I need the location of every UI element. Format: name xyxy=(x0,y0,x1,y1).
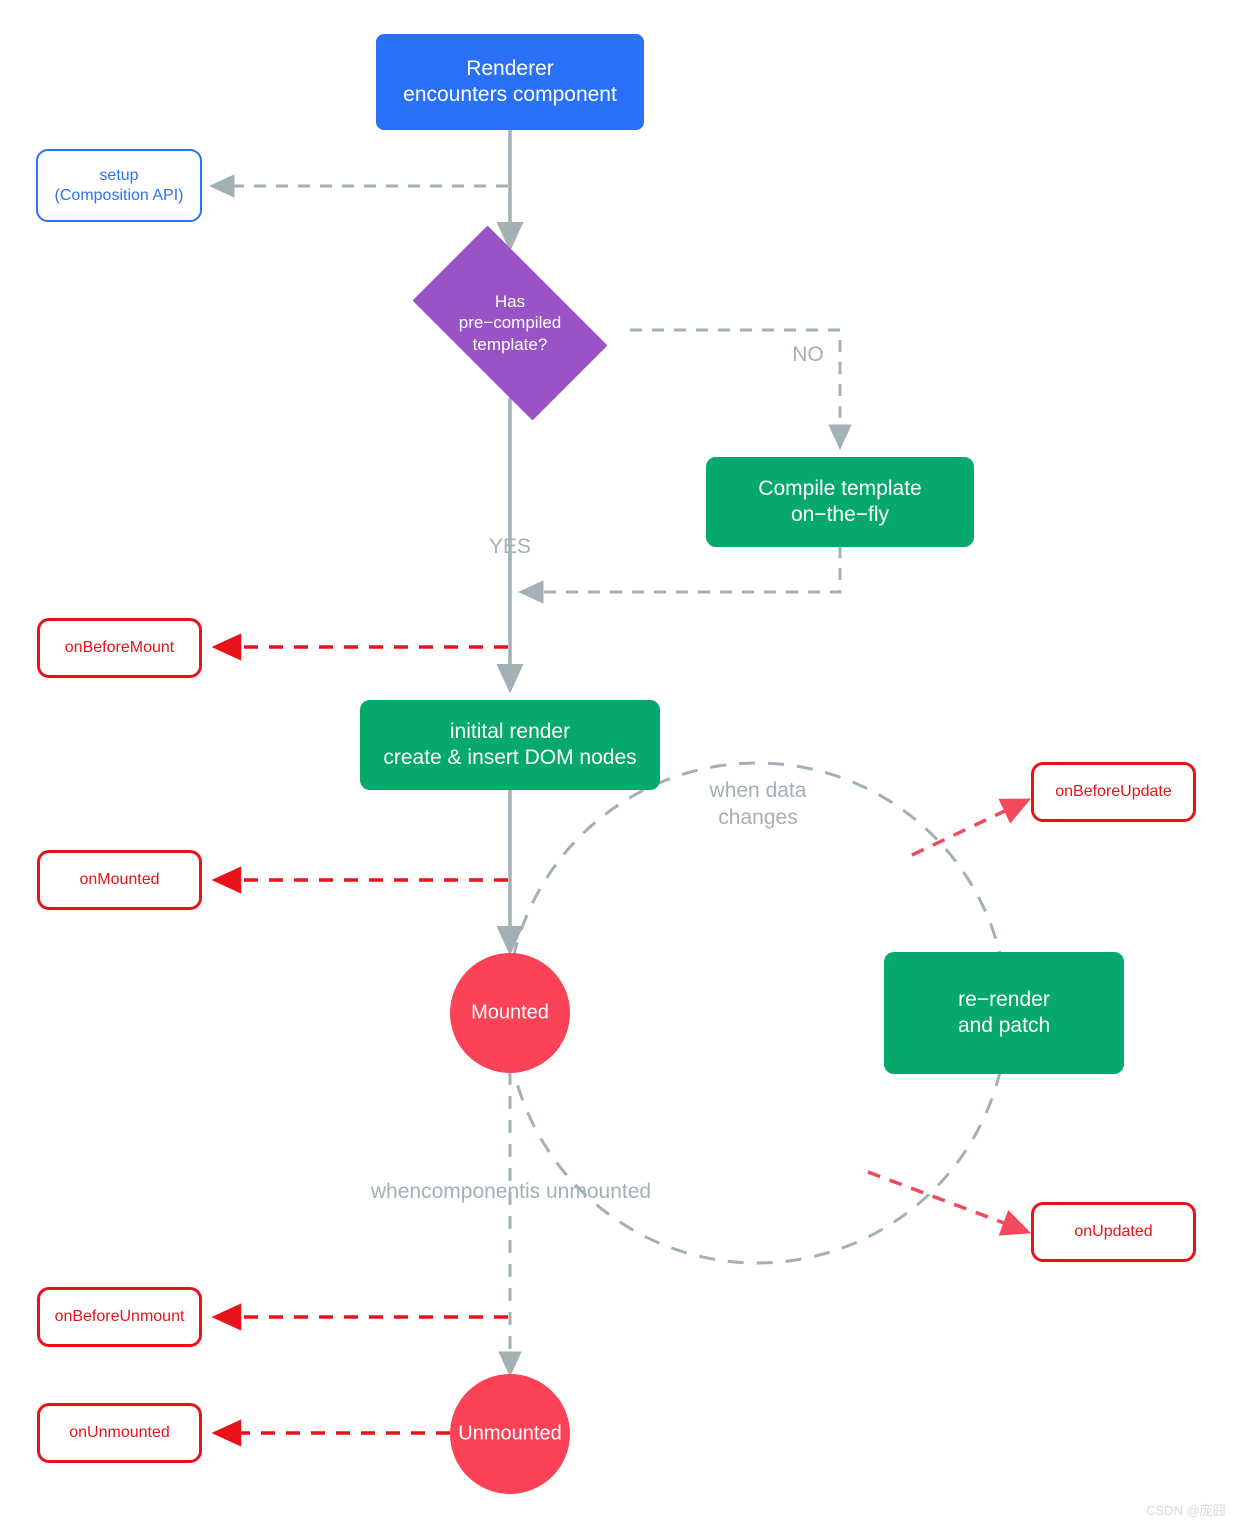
node-initial-render[interactable]: initital render create & insert DOM node… xyxy=(360,700,660,790)
node-hook-onbeforeupdate-label: onBeforeUpdate xyxy=(1055,783,1172,800)
node-hook-onmounted[interactable]: onMounted xyxy=(37,850,202,910)
node-renderer[interactable]: Renderer encounters component xyxy=(376,34,644,130)
node-rerender-and-patch-label: re−render and patch xyxy=(957,987,1051,1037)
node-hook-onunmounted-label: onUnmounted xyxy=(69,1424,170,1441)
node-hook-onmounted-label: onMounted xyxy=(79,871,160,888)
node-rerender-and-patch[interactable]: re−render and patch xyxy=(884,952,1124,1074)
node-unmounted[interactable]: Unmounted xyxy=(450,1374,570,1494)
node-initial-render-label: initital render create & insert DOM node… xyxy=(383,719,637,769)
node-hook-onupdated[interactable]: onUpdated xyxy=(1031,1202,1196,1262)
node-setup-label: setup (Composition API) xyxy=(54,166,184,204)
edge-label-when-data-changes: when data changes xyxy=(709,779,807,829)
node-renderer-label: Renderer encounters component xyxy=(403,56,617,106)
edge-label-yes: YES xyxy=(488,535,532,559)
node-has-precompiled-template[interactable]: Has pre−compiled template? xyxy=(390,225,630,421)
watermark: CSDN @庞囧 xyxy=(1146,1503,1226,1518)
flowchart-canvas: Renderer encounters component setup (Com… xyxy=(0,0,1233,1530)
node-mounted-label: Mounted xyxy=(471,1001,549,1024)
node-hook-onupdated-label: onUpdated xyxy=(1074,1223,1153,1240)
node-hook-onunmounted[interactable]: onUnmounted xyxy=(37,1403,202,1463)
node-has-precompiled-template-label: Has pre−compiled template? xyxy=(458,292,562,354)
node-hook-onbeforeunmount[interactable]: onBeforeUnmount xyxy=(37,1287,202,1347)
node-compile-template[interactable]: Compile template on−the−fly xyxy=(706,457,974,547)
node-hook-onbeforeunmount-label: onBeforeUnmount xyxy=(54,1308,185,1325)
edge-compile-to-spine xyxy=(518,546,842,604)
edge-label-no: NO xyxy=(792,343,824,367)
node-hook-onbeforemount-label: onBeforeMount xyxy=(64,639,175,656)
edge-hook-onbeforeupdate xyxy=(911,798,1032,857)
node-mounted[interactable]: Mounted xyxy=(450,953,570,1073)
node-setup[interactable]: setup (Composition API) xyxy=(36,149,202,222)
node-hook-onbeforemount[interactable]: onBeforeMount xyxy=(37,618,202,678)
edge-hook-onupdated xyxy=(867,1170,1032,1236)
node-hook-onbeforeupdate[interactable]: onBeforeUpdate xyxy=(1031,762,1196,822)
edge-label-when-component-unmounted: whencomponentis unmounted xyxy=(370,1180,652,1204)
node-compile-template-label: Compile template on−the−fly xyxy=(758,476,922,526)
node-unmounted-label: Unmounted xyxy=(458,1422,562,1445)
